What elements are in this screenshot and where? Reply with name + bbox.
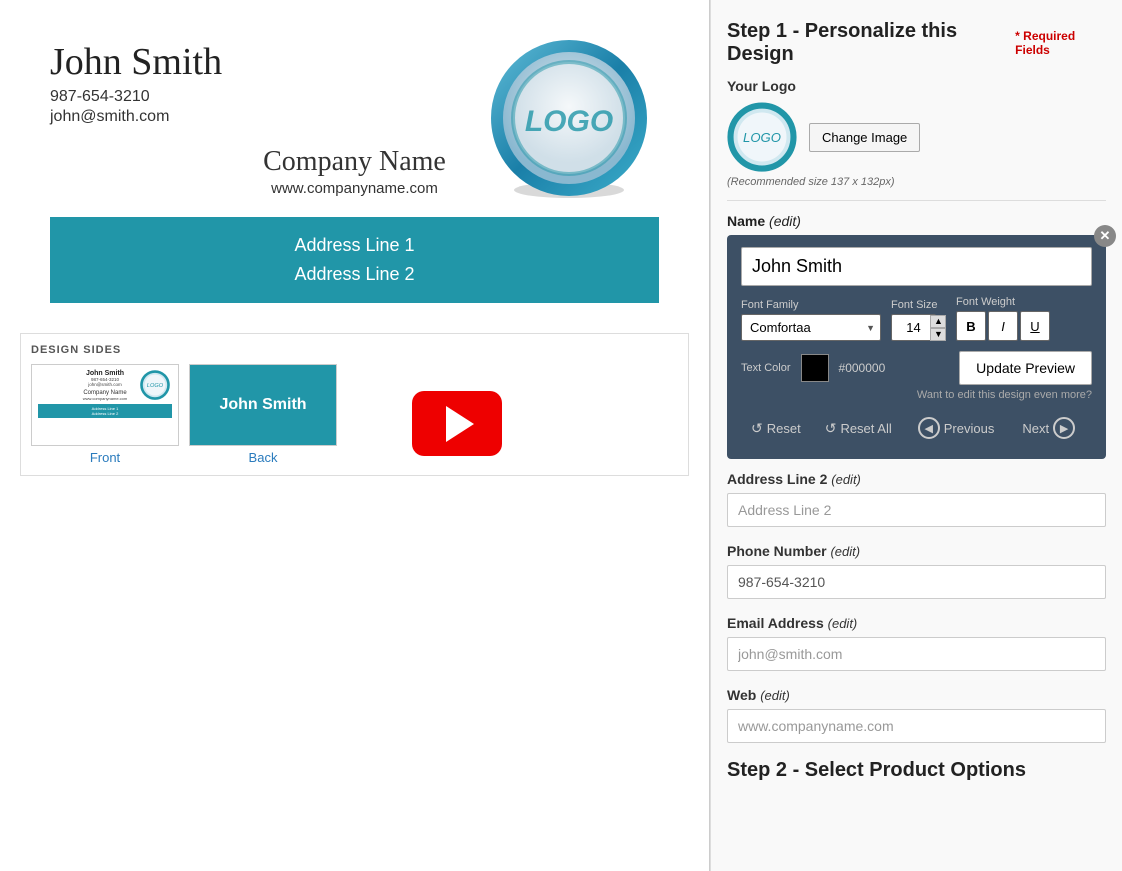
- address2-section: Address Line 2 (edit): [727, 471, 1106, 527]
- preview-address2: Address Line 2: [60, 260, 649, 289]
- phone-field-label: Phone Number (edit): [727, 543, 1106, 559]
- web-edit-label: (edit): [760, 688, 790, 703]
- reset-all-icon: ↺: [825, 420, 837, 437]
- font-weight-group: Font Weight B I U: [956, 296, 1050, 341]
- design-sides-label: DESIGN SIDES: [31, 344, 678, 356]
- font-size-down[interactable]: ▼: [930, 328, 946, 341]
- step1-header: Step 1 - Personalize this Design * Requi…: [727, 20, 1106, 66]
- font-weight-label: Font Weight: [956, 296, 1050, 308]
- email-input[interactable]: [727, 637, 1106, 671]
- name-edit-label: (edit): [769, 213, 801, 229]
- color-swatch[interactable]: [801, 354, 829, 382]
- update-preview-button[interactable]: Update Preview: [959, 351, 1092, 385]
- svg-text:LOGO: LOGO: [525, 105, 613, 138]
- phone-edit-label: (edit): [830, 544, 860, 559]
- video-thumbnail[interactable]: [367, 383, 547, 465]
- previous-button[interactable]: ◀ Previous: [906, 411, 1007, 445]
- back-label: Back: [189, 450, 337, 465]
- reset-all-button[interactable]: ↺ Reset All: [815, 414, 902, 443]
- business-card-preview: LOGO John Smith 987-654-3210 john@smith.…: [20, 20, 689, 333]
- next-icon: ▶: [1053, 417, 1075, 439]
- italic-button[interactable]: I: [988, 311, 1018, 341]
- email-edit-label: (edit): [828, 616, 858, 631]
- font-weight-buttons: B I U: [956, 311, 1050, 341]
- font-family-wrapper: Comfortaa Arial Georgia: [741, 314, 881, 341]
- back-thumb-container[interactable]: John Smith Back: [189, 364, 337, 465]
- logo-recommendation: (Recommended size 137 x 132px): [727, 176, 1106, 188]
- front-thumbnail: John Smith 987-654-3210 john@smith.com C…: [31, 364, 179, 446]
- reset-icon: ↺: [751, 420, 763, 437]
- text-color-row: Text Color #000000 Update Preview: [741, 351, 1092, 385]
- font-size-group: Font Size ▲ ▼: [891, 299, 946, 341]
- name-input[interactable]: [741, 247, 1092, 286]
- web-section: Web (edit): [727, 687, 1106, 743]
- back-thumbnail: John Smith: [189, 364, 337, 446]
- font-size-up[interactable]: ▲: [930, 315, 946, 328]
- next-button[interactable]: Next ▶: [1010, 411, 1087, 445]
- change-image-button[interactable]: Change Image: [809, 123, 920, 152]
- preview-panel: LOGO John Smith 987-654-3210 john@smith.…: [0, 0, 710, 871]
- back-thumb-text: John Smith: [219, 396, 306, 414]
- logo-small: LOGO: [727, 102, 797, 172]
- underline-button[interactable]: U: [1020, 311, 1050, 341]
- font-family-label: Font Family: [741, 299, 881, 311]
- text-color-label: Text Color: [741, 362, 791, 374]
- address2-field-label: Address Line 2 (edit): [727, 471, 1106, 487]
- front-label: Front: [31, 450, 179, 465]
- reset-button[interactable]: ↺ Reset: [741, 414, 811, 443]
- svg-text:LOGO: LOGO: [743, 130, 781, 145]
- your-logo-label: Your Logo: [727, 78, 1106, 94]
- name-field-label: Name (edit): [727, 213, 1106, 229]
- front-thumb-container[interactable]: John Smith 987-654-3210 john@smith.com C…: [31, 364, 179, 465]
- thumb-logo: LOGO: [140, 370, 170, 400]
- play-button[interactable]: [412, 391, 502, 456]
- font-size-label: Font Size: [891, 299, 946, 311]
- design-sides-section: DESIGN SIDES John Smith 987-654-3210 joh…: [20, 333, 689, 476]
- previous-icon: ◀: [918, 417, 940, 439]
- preview-logo: LOGO: [489, 40, 649, 200]
- font-size-arrows: ▲ ▼: [930, 315, 946, 341]
- address2-input[interactable]: [727, 493, 1106, 527]
- name-edit-popup: ✕ Font Family Comfortaa Arial Georgia Fo…: [727, 235, 1106, 459]
- font-family-group: Font Family Comfortaa Arial Georgia: [741, 299, 881, 341]
- email-field-label: Email Address (edit): [727, 615, 1106, 631]
- svg-text:LOGO: LOGO: [147, 383, 164, 389]
- right-panel: Step 1 - Personalize this Design * Requi…: [710, 0, 1122, 871]
- design-sides-row: John Smith 987-654-3210 john@smith.com C…: [31, 364, 678, 465]
- nav-row: ↺ Reset ↺ Reset All ◀ Previous Next ▶: [741, 411, 1092, 445]
- phone-section: Phone Number (edit): [727, 543, 1106, 599]
- want-edit-text: Want to edit this design even more?: [741, 389, 1092, 401]
- step2-title: Step 2 - Select Product Options: [727, 759, 1106, 782]
- preview-address1: Address Line 1: [60, 231, 649, 260]
- bold-button[interactable]: B: [956, 311, 986, 341]
- logo-row: LOGO Change Image: [727, 102, 1106, 172]
- step1-title: Step 1 - Personalize this Design: [727, 20, 1007, 66]
- phone-input[interactable]: [727, 565, 1106, 599]
- thumb-address: Address Line 1Address Line 2: [38, 404, 172, 418]
- web-field-label: Web (edit): [727, 687, 1106, 703]
- color-hex: #000000: [839, 361, 886, 375]
- email-section: Email Address (edit): [727, 615, 1106, 671]
- play-icon: [446, 406, 474, 442]
- web-input[interactable]: [727, 709, 1106, 743]
- font-controls: Font Family Comfortaa Arial Georgia Font…: [741, 296, 1092, 341]
- preview-address-bar: Address Line 1 Address Line 2: [50, 217, 659, 303]
- divider1: [727, 200, 1106, 201]
- required-fields-label: * Required Fields: [1015, 29, 1106, 57]
- close-popup-button[interactable]: ✕: [1094, 225, 1116, 247]
- font-family-select[interactable]: Comfortaa Arial Georgia: [741, 314, 881, 341]
